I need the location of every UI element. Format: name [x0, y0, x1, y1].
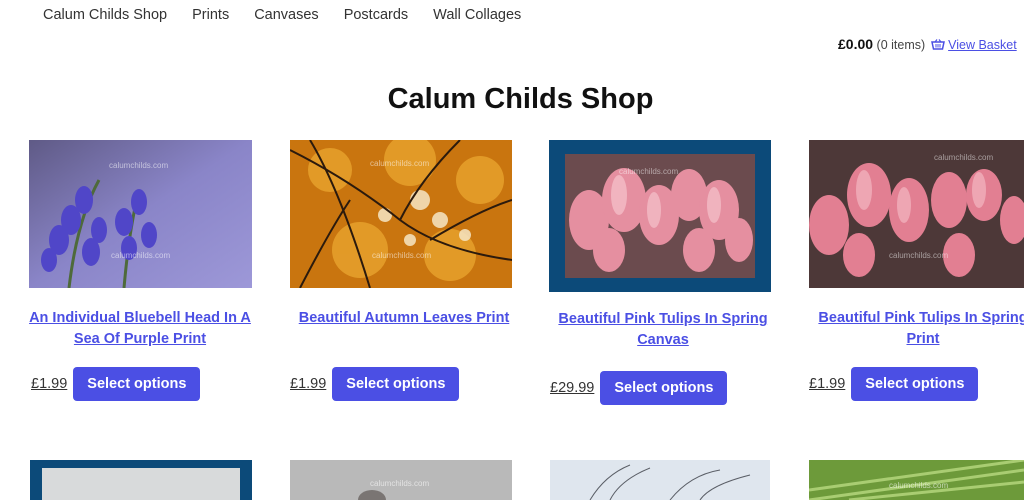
select-options-button[interactable]: Select options	[332, 367, 460, 401]
product-purchase-row: £1.99 Select options	[809, 367, 979, 401]
watermark-text: calumchilds.com	[372, 251, 431, 260]
product-card: calumchilds.com Beautiful Pink Tulips In…	[549, 140, 789, 351]
product-price: £1.99	[290, 376, 327, 392]
product-title-link[interactable]: Beautiful Autumn Leaves Print	[284, 308, 524, 329]
select-options-button[interactable]: Select options	[73, 367, 201, 401]
select-options-button[interactable]: Select options	[851, 367, 979, 401]
select-options-button[interactable]: Select options	[600, 371, 728, 405]
watermark-text: calumchilds.com	[109, 161, 168, 170]
product-image[interactable]	[30, 460, 252, 500]
watermark-text: calumchilds.com	[889, 481, 948, 490]
watermark-text: calumchilds.com	[370, 159, 429, 168]
product-card: calumchilds.com calumchilds.com Beautifu…	[290, 140, 530, 329]
product-image[interactable]: calumchilds.com calumchilds.com	[290, 140, 512, 288]
product-image[interactable]: calumchilds.com calumchilds.com	[809, 140, 1024, 288]
watermark-text: calumchilds.com	[889, 251, 948, 260]
watermark-text: calumchilds.com	[111, 251, 170, 260]
product-price: £1.99	[31, 376, 68, 392]
product-card: calumchilds.com calumchilds.com An Indiv…	[29, 140, 269, 350]
product-title-link[interactable]: An Individual Bluebell Head In A Sea Of …	[20, 308, 260, 350]
product-purchase-row: £1.99 Select options	[31, 367, 201, 401]
product-grid: calumchilds.com calumchilds.com An Indiv…	[0, 0, 1024, 500]
product-title-link[interactable]: Beautiful Pink Tulips In Spring Print	[803, 308, 1024, 350]
product-card: calumchilds.com calumchilds.com Beautifu…	[809, 140, 1024, 350]
product-purchase-row: £29.99 Select options	[550, 371, 728, 405]
watermark-text: calumchilds.com	[619, 167, 678, 176]
product-purchase-row: £1.99 Select options	[290, 367, 460, 401]
watermark-text: calumchilds.com	[370, 479, 429, 488]
product-image[interactable]: calumchilds.com	[290, 460, 512, 500]
product-image[interactable]: calumchilds.com calumchilds.com	[29, 140, 252, 288]
watermark-text: calumchilds.com	[934, 153, 993, 162]
product-image[interactable]: calumchilds.com	[809, 460, 1024, 500]
product-title-link[interactable]: Beautiful Pink Tulips In Spring Canvas	[543, 309, 783, 351]
product-image[interactable]: calumchilds.com	[549, 140, 771, 292]
product-image[interactable]	[550, 460, 770, 500]
product-price: £1.99	[809, 376, 846, 392]
product-price: £29.99	[550, 380, 595, 396]
